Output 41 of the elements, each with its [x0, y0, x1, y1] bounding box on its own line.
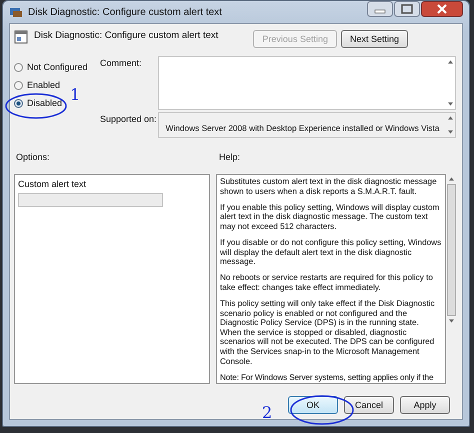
- radio-button[interactable]: [14, 80, 23, 90]
- annotation-number: 1: [70, 85, 80, 104]
- scroll-down-icon[interactable]: [448, 102, 453, 106]
- radio-label: Enabled: [27, 80, 60, 90]
- help-paragraph: No reboots or service restarts are required for this policy to take effect: changes take effect immediately.: [220, 273, 434, 292]
- scroll-down-icon[interactable]: [448, 130, 453, 134]
- close-button[interactable]: [421, 1, 463, 17]
- dialog-button[interactable]: Cancel: [344, 396, 394, 414]
- scroll-up-icon[interactable]: [448, 177, 454, 181]
- help-paragraph: If you disable or do not configure this policy setting, Windows will display the default alert text in the disk diagnostic message.: [220, 238, 442, 267]
- supported-field: Windows Server 2008 with Desktop Experience installed or Windows Vista: [158, 112, 456, 138]
- scroll-down-icon[interactable]: [448, 319, 454, 323]
- radio-label: Disabled: [27, 98, 62, 108]
- nav-button[interactable]: Next Setting: [340, 30, 408, 48]
- help-paragraph: If you enable this policy setting, Windows will display custom alert text in the disk diagnostic message. The custom text may not exceed 512 characters.: [220, 202, 440, 232]
- radio-button[interactable]: [14, 62, 23, 72]
- policy-title: Disk Diagnostic: Configure custom alert text: [34, 30, 220, 41]
- maximize-button[interactable]: [394, 1, 420, 17]
- dialog-button[interactable]: Apply: [400, 396, 450, 414]
- options-label: Options:: [16, 152, 51, 162]
- radio-label: Not Configured: [27, 62, 88, 72]
- app-icon: [9, 6, 23, 18]
- dialog-button[interactable]: OK: [288, 396, 338, 414]
- annotation-number: 2: [262, 403, 272, 422]
- comment-label: Comment:: [100, 57, 143, 70]
- scroll-up-icon[interactable]: [448, 116, 453, 120]
- annotation-circle: [5, 93, 67, 119]
- help-paragraph: Substitutes custom alert text in the disk diagnostic message shown to users when a disk reports a S.M.A.R.T. fault.: [220, 177, 438, 196]
- policy-icon: [14, 30, 28, 44]
- scroll-up-icon[interactable]: [448, 60, 453, 64]
- supported-label: Supported on:: [100, 113, 158, 126]
- help-paragraph: Note: For Windows Server systems, setting applies only if the: [220, 372, 434, 382]
- field-label: Custom alert text: [18, 179, 86, 189]
- window-title: Disk Diagnostic: Configure custom alert text: [28, 6, 223, 18]
- annotation-circle: [290, 395, 354, 425]
- radio-button[interactable]: [14, 98, 23, 108]
- help-label: Help:: [219, 152, 240, 162]
- comment-field[interactable]: [158, 56, 456, 110]
- help-paragraph: This policy setting will only take effect if the Disk Diagnostic scenario policy is enabled or not configured and the Diagnostic Policy Service (DPS) is in the running state. When the service is stopped or disabled, diagnostic scenarios will not be executed. The DPS can be configured with the Services snap-in to the Microsoft Management Console.: [220, 298, 436, 366]
- minimize-button[interactable]: [367, 1, 393, 17]
- scrollbar-thumb[interactable]: [446, 184, 456, 316]
